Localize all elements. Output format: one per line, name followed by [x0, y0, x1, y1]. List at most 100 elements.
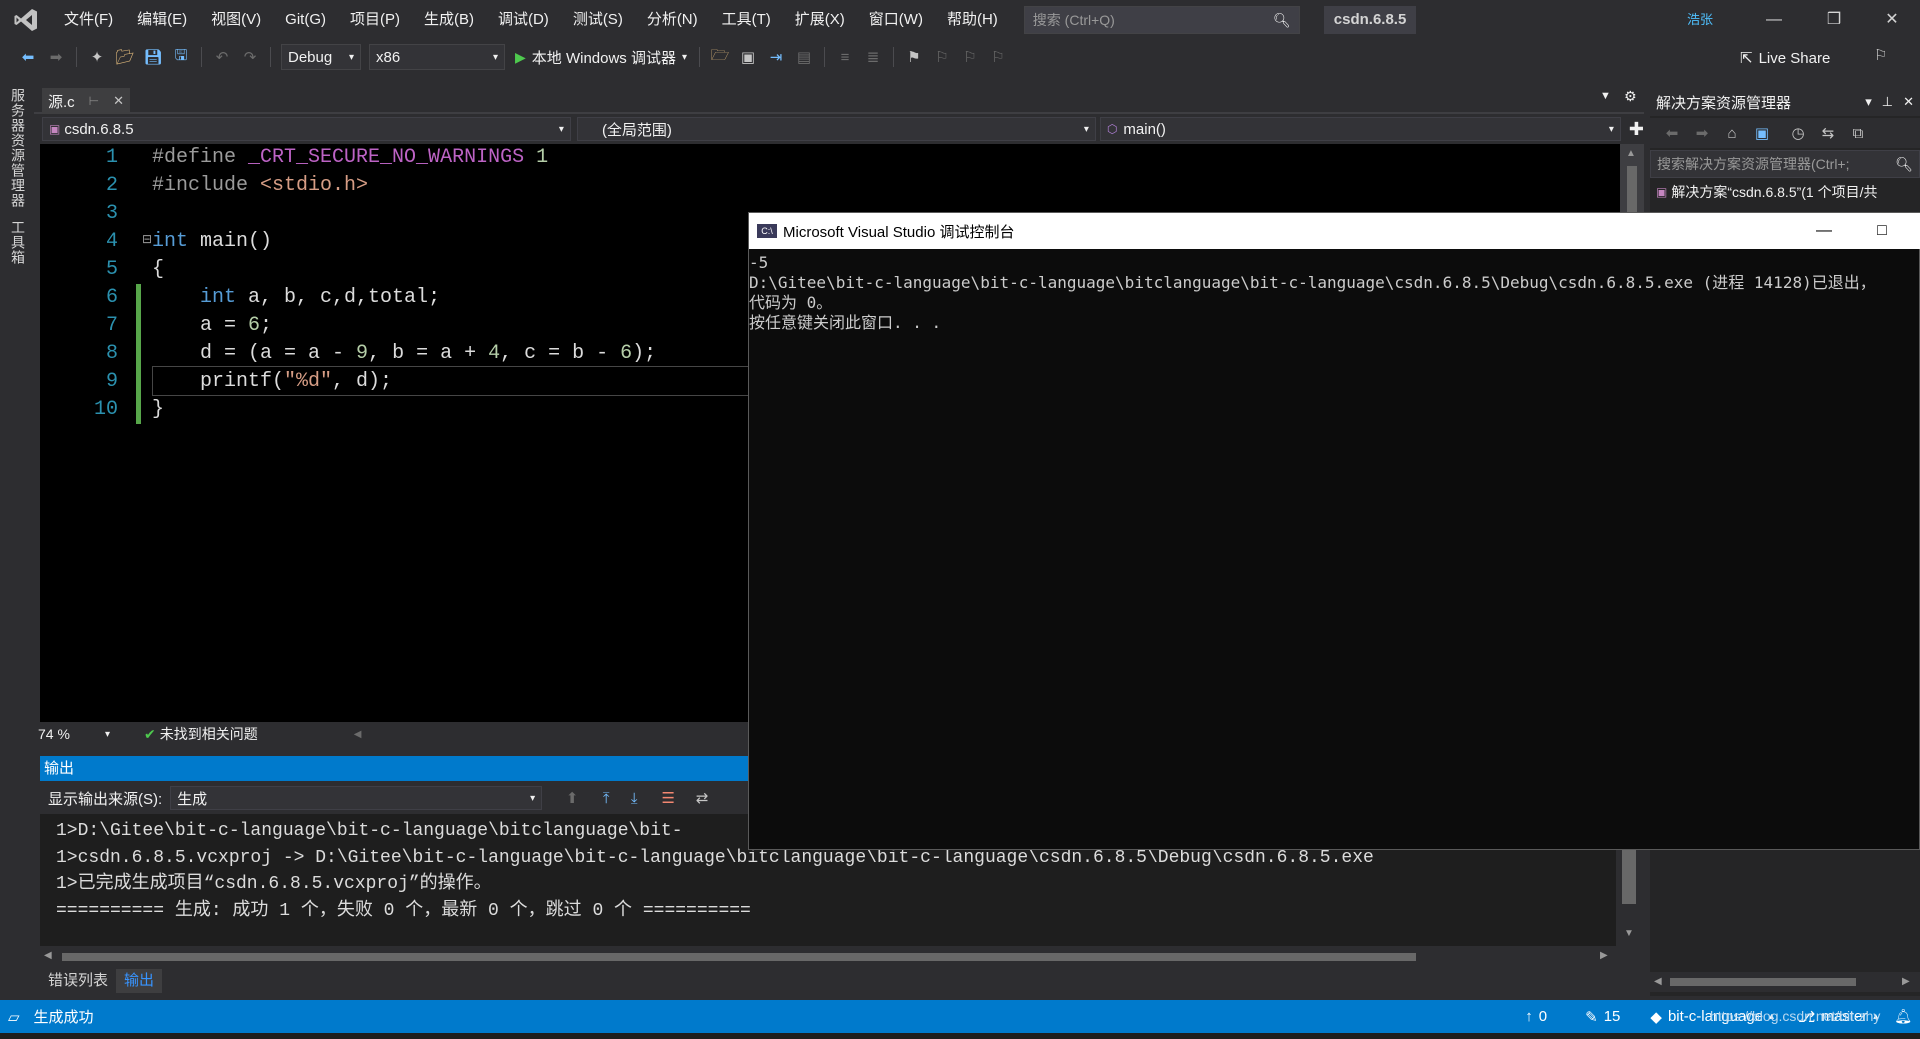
solution-config-select[interactable]: Debug ▾	[281, 44, 361, 70]
console-minimize-button[interactable]: —	[1795, 213, 1853, 249]
screenshot-icon[interactable]: ▣	[736, 45, 760, 69]
word-wrap-icon[interactable]: ⇄	[690, 786, 714, 810]
browse-icon[interactable]: 🗁︎	[708, 45, 732, 69]
scroll-right-icon[interactable]: ▶	[1902, 976, 1910, 987]
restore-button[interactable]: ❒	[1804, 0, 1864, 40]
back-icon[interactable]: ⬅	[1660, 121, 1684, 145]
zoom-select[interactable]: 74 % ▾	[38, 723, 114, 745]
toolbox-tab[interactable]: 工具箱	[6, 220, 28, 265]
gear-icon[interactable]: ⚙	[1624, 88, 1637, 105]
start-debugging-button[interactable]: ▶ 本地 Windows 调试器 ▾	[509, 47, 693, 68]
menu-item[interactable]: 编辑(E)	[125, 0, 199, 40]
redo-icon[interactable]: ↷	[238, 45, 262, 69]
menu-item[interactable]: Git(G)	[273, 0, 338, 40]
new-project-icon[interactable]: ✦	[85, 45, 109, 69]
menu-item[interactable]: 帮助(H)	[935, 0, 1010, 40]
menu-item[interactable]: 工具(T)	[710, 0, 783, 40]
comment-icon[interactable]: ≡	[833, 45, 857, 69]
close-icon[interactable]: ✕	[1903, 94, 1914, 110]
dropdown-icon[interactable]: ▾	[1865, 94, 1872, 110]
server-explorer-tab[interactable]: 服务器资源管理器	[6, 88, 28, 208]
console-title-bar[interactable]: C:\ Microsoft Visual Studio 调试控制台 — □	[749, 213, 1920, 249]
forward-icon[interactable]: ➡	[44, 45, 68, 69]
switch-views-icon[interactable]: ▣	[1750, 121, 1774, 145]
notifications-icon[interactable]: 🔔︎	[1894, 1008, 1912, 1025]
scrollbar-thumb[interactable]	[1622, 850, 1636, 904]
function-nav-select[interactable]: ⬡ main() ▾	[1099, 117, 1621, 141]
split-icon[interactable]: ✚	[1629, 119, 1644, 140]
menu-item[interactable]: 窗口(W)	[857, 0, 935, 40]
prev-bookmark-icon[interactable]: ⚐	[930, 45, 954, 69]
bookmark-icon[interactable]: ⚑	[902, 45, 926, 69]
scrollbar-thumb[interactable]	[1670, 978, 1856, 986]
scroll-left-icon[interactable]: ◀	[354, 729, 362, 740]
pending-changes-icon[interactable]: ◷	[1786, 121, 1810, 145]
close-button[interactable]: ✕	[1862, 0, 1920, 40]
scroll-up-icon[interactable]: ▲	[1626, 148, 1636, 159]
menu-item[interactable]: 调试(D)	[486, 0, 561, 40]
menu-item[interactable]: 分析(N)	[635, 0, 710, 40]
menu-item[interactable]: 生成(B)	[412, 0, 486, 40]
output-source-select[interactable]: 生成 ▾	[170, 786, 543, 810]
issues-label[interactable]: 未找到相关问题	[160, 724, 258, 744]
go-to-error-icon[interactable]: ⬆	[560, 786, 584, 810]
publish-status[interactable]: ↑ 0	[1525, 1008, 1547, 1025]
scroll-left-icon[interactable]: ◀	[1654, 976, 1662, 987]
home-icon[interactable]: ⌂	[1720, 121, 1744, 145]
minimize-button[interactable]: —	[1744, 0, 1804, 40]
project-nav-select[interactable]: ▣ csdn.6.8.5 ▾	[42, 117, 571, 141]
sync-icon[interactable]: ⇆	[1816, 121, 1840, 145]
open-folder-icon[interactable]: 📂︎	[113, 45, 137, 69]
console-maximize-button[interactable]: □	[1853, 213, 1911, 249]
tab-error-list[interactable]: 错误列表	[40, 969, 116, 993]
clear-all-icon[interactable]: ☰	[656, 786, 680, 810]
live-share-button[interactable]: ⇱ Live Share	[1740, 46, 1830, 70]
scroll-left-icon[interactable]: ◀	[44, 950, 52, 961]
close-icon[interactable]: ✕	[113, 93, 124, 109]
platform-select[interactable]: x86 ▾	[369, 44, 505, 70]
back-icon[interactable]: ⬅	[16, 45, 40, 69]
chevron-down-icon: ▾	[1608, 123, 1614, 135]
output-horizontal-scrollbar[interactable]: ◀ ▶	[40, 948, 1616, 966]
menu-item[interactable]: 扩展(X)	[783, 0, 857, 40]
next-message-icon[interactable]: ⤓	[622, 786, 646, 810]
feedback-icon[interactable]: ⚐	[1874, 46, 1898, 70]
scrollbar-thumb[interactable]	[62, 953, 1416, 961]
next-bookmark-icon[interactable]: ⚐	[958, 45, 982, 69]
tab-dropdown-icon[interactable]: ▼	[1600, 90, 1611, 102]
search-input[interactable]: 搜索 (Ctrl+Q) 🔍︎	[1023, 6, 1300, 34]
pin-icon[interactable]: ⊢	[89, 94, 99, 108]
previous-message-icon[interactable]: ⤒	[594, 786, 618, 810]
user-avatar[interactable]: 浩张	[1686, 8, 1714, 32]
tab-source-c[interactable]: 源.c ⊢ ✕	[42, 88, 130, 114]
scope-nav-select[interactable]: (全局范围) ▾	[576, 117, 1096, 141]
tab-output[interactable]: 输出	[116, 969, 163, 993]
scroll-down-icon[interactable]: ▼	[1624, 928, 1634, 939]
step-icon[interactable]: ⇥	[764, 45, 788, 69]
solution-root-node[interactable]: ▣ 解决方案“csdn.6.8.5”(1 个项目/共	[1656, 182, 1878, 202]
forward-icon[interactable]: ➡	[1690, 121, 1714, 145]
pin-icon[interactable]: ⊥	[1882, 94, 1893, 110]
undo-icon[interactable]: ↶	[210, 45, 234, 69]
scroll-right-icon[interactable]: ▶	[1600, 950, 1608, 961]
solution-icon: ▣	[1656, 185, 1668, 199]
save-icon[interactable]: 💾︎	[141, 45, 165, 69]
solution-horizontal-scrollbar[interactable]: ◀ ▶	[1650, 972, 1920, 992]
output-window-icon[interactable]: ▱	[8, 1008, 20, 1026]
uncomment-icon[interactable]: ≣	[861, 45, 885, 69]
save-all-icon[interactable]: 🖫︎	[169, 45, 193, 69]
menu-item[interactable]: 项目(P)	[338, 0, 412, 40]
clear-bookmarks-icon[interactable]: ⚐	[986, 45, 1010, 69]
pending-edits-status[interactable]: ✎ 15	[1585, 1008, 1620, 1026]
collapse-all-icon[interactable]: ⧉	[1846, 121, 1870, 145]
scrollbar-thumb[interactable]	[1627, 166, 1637, 216]
menu-item[interactable]: 测试(S)	[561, 0, 635, 40]
output-source-label: 显示输出来源(S):	[48, 790, 163, 808]
layout-icon[interactable]: ▤	[792, 45, 816, 69]
solution-search-input[interactable]: 搜索解决方案资源管理器(Ctrl+; 🔍︎	[1650, 150, 1920, 178]
debug-console-window[interactable]: C:\ Microsoft Visual Studio 调试控制台 — □ -5…	[748, 212, 1920, 850]
menu-item[interactable]: 文件(F)	[52, 0, 125, 40]
console-output[interactable]: -5 D:\Gitee\bit-c-language\bit-c-language…	[749, 249, 1919, 333]
menu-item[interactable]: 视图(V)	[199, 0, 273, 40]
collapse-icon[interactable]: ⊟	[142, 232, 152, 246]
